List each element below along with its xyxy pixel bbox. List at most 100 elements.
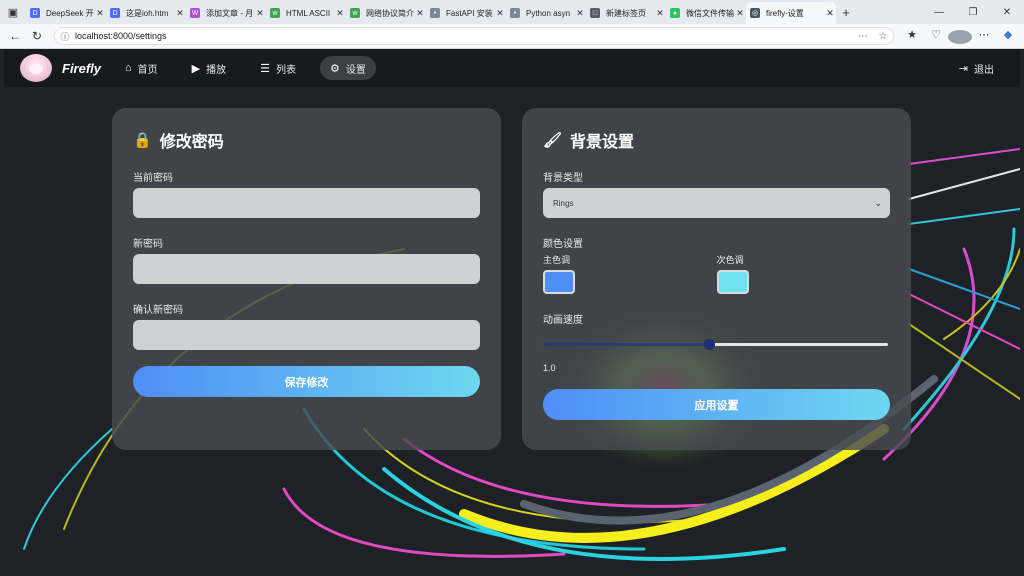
tab-favicon-icon: D — [30, 8, 40, 18]
profile-avatar[interactable] — [948, 28, 972, 45]
tab-favicon-icon: ● — [670, 8, 680, 18]
color-settings-label: 颜色设置 — [543, 239, 583, 250]
browser-tab[interactable]: D 这是ioh.htm ✕ — [106, 2, 186, 24]
play-icon: ▶ — [191, 62, 201, 75]
slider-fill — [543, 343, 709, 346]
tab-close-icon[interactable]: ✕ — [94, 8, 106, 19]
animation-speed-label: 动画速度 — [543, 315, 583, 326]
favorites-icon[interactable]: ★ — [900, 28, 924, 45]
browser-tab[interactable]: w HTML ASCII ✕ — [266, 2, 346, 24]
home-icon: ⌂ — [125, 62, 132, 74]
logout-icon: ⇥ — [958, 62, 968, 75]
slider-thumb[interactable] — [703, 339, 715, 350]
tab-actions-icon[interactable]: ▣ — [0, 0, 26, 24]
tab-favicon-icon: • — [510, 8, 520, 18]
tab-label: 新建标签页 — [606, 8, 646, 18]
url-text: localhost:8000/settings — [75, 31, 167, 41]
brush-icon: 🖌 — [543, 132, 563, 149]
logout-button[interactable]: ⇥ 退出 — [959, 49, 994, 87]
nav-item-label: 播放 — [206, 64, 227, 76]
tab-label: FastAPI 安装 — [446, 8, 493, 18]
tab-favicon-icon: w — [270, 8, 280, 18]
new-tab-button[interactable]: + — [836, 5, 856, 20]
animation-speed-slider[interactable] — [543, 338, 888, 350]
list-icon: ☰ — [260, 62, 271, 75]
tab-favicon-icon: D — [110, 8, 120, 18]
brand-logo — [20, 54, 52, 82]
browser-tab[interactable]: W 添加文章 - 月 ✕ — [186, 2, 266, 24]
browser-tab[interactable]: D DeepSeek 开 ✕ — [26, 2, 106, 24]
current-password-field[interactable] — [133, 188, 480, 218]
tab-close-icon[interactable]: ✕ — [174, 8, 186, 19]
tab-close-icon[interactable]: ✕ — [734, 8, 746, 19]
nav-item-home[interactable]: ⌂ 首页 — [115, 56, 168, 80]
password-card: 🔒 修改密码 当前密码 新密码 确认新密码 保存修改 — [112, 108, 501, 450]
tab-strip: D DeepSeek 开 ✕ D 这是ioh.htm ✕ W 添加文章 - 月 ✕ w HTML A… — [26, 0, 836, 24]
favorite-star-icon[interactable]: ☆ — [873, 31, 893, 42]
more-icon[interactable]: ⋯ — [853, 31, 873, 42]
brand[interactable]: Firefly — [20, 54, 101, 82]
minimize-icon[interactable]: — — [922, 0, 956, 24]
address-bar: ← ↻ ⓘ localhost:8000/settings ⋯ ☆ ★ ♡ ⋯ … — [0, 24, 1024, 49]
confirm-password-field[interactable] — [133, 320, 480, 350]
tab-close-icon[interactable]: ✕ — [654, 8, 666, 19]
tab-favicon-icon: ◎ — [750, 8, 760, 18]
lock-icon: 🔒 — [133, 132, 152, 149]
nav-item-label: 设置 — [345, 64, 366, 76]
nav-item-play[interactable]: ▶ 播放 — [182, 56, 236, 80]
tab-close-icon[interactable]: ✕ — [494, 8, 506, 19]
apply-settings-button[interactable]: 应用设置 — [543, 389, 890, 420]
background-type-label: 背景类型 — [543, 173, 583, 184]
tab-favicon-icon: w — [350, 8, 360, 18]
back-icon[interactable]: ← — [4, 29, 26, 43]
browser-tab-bar: ▣ D DeepSeek 开 ✕ D 这是ioh.htm ✕ W 添加文章 - 月 ✕ w HTML… — [0, 0, 1024, 24]
secondary-color-picker[interactable] — [716, 270, 749, 294]
save-password-button[interactable]: 保存修改 — [133, 366, 480, 397]
password-card-title: 🔒 修改密码 — [133, 128, 480, 152]
browser-tab[interactable]: □ 新建标签页 ✕ — [586, 2, 666, 24]
logout-label: 退出 — [974, 64, 994, 76]
nav-item-list[interactable]: ☰ 列表 — [250, 56, 306, 80]
browser-tab[interactable]: ● 微信文件传输 ✕ — [666, 2, 746, 24]
tab-label: 添加文章 - 月 — [206, 8, 254, 18]
primary-color-label: 主色调 — [543, 255, 571, 265]
color-pickers: 主色调 次色调 — [543, 253, 890, 294]
close-window-icon[interactable]: ✕ — [990, 0, 1024, 24]
reload-icon[interactable]: ↻ — [26, 29, 48, 43]
tab-close-icon[interactable]: ✕ — [824, 8, 836, 19]
tab-label: firefly-设置 — [766, 8, 804, 18]
tab-close-icon[interactable]: ✕ — [334, 8, 346, 19]
health-icon[interactable]: ♡ — [924, 28, 948, 45]
browser-toolbar: ★ ♡ ⋯ ◆ — [900, 28, 1020, 45]
current-password-label: 当前密码 — [133, 173, 173, 184]
confirm-password-label: 确认新密码 — [133, 305, 183, 316]
tab-favicon-icon: W — [190, 8, 200, 18]
background-type-select[interactable]: Rings ⌄ — [543, 188, 890, 218]
site-info-icon[interactable]: ⓘ — [55, 30, 75, 43]
nav-item-label: 首页 — [137, 64, 158, 76]
new-password-field[interactable] — [133, 254, 480, 284]
primary-color-picker[interactable] — [543, 270, 575, 294]
chevron-down-icon: ⌄ — [874, 197, 882, 208]
gear-icon: ⚙ — [330, 62, 340, 75]
copilot-icon[interactable]: ◆ — [996, 28, 1020, 45]
tab-label: 微信文件传输 — [686, 8, 734, 18]
maximize-icon[interactable]: ❐ — [956, 0, 990, 24]
browser-tab[interactable]: ◎ firefly-设置 ✕ — [746, 2, 836, 24]
browser-tab[interactable]: • Python asyn ✕ — [506, 2, 586, 24]
tab-close-icon[interactable]: ✕ — [414, 8, 426, 19]
tab-close-icon[interactable]: ✕ — [574, 8, 586, 19]
url-field[interactable]: ⓘ localhost:8000/settings ⋯ ☆ — [54, 27, 894, 45]
nav-item-label: 列表 — [276, 64, 297, 76]
browser-tab[interactable]: w 网络协议简介 ✕ — [346, 2, 426, 24]
tab-label: Python asyn — [526, 8, 571, 18]
tab-close-icon[interactable]: ✕ — [254, 8, 266, 19]
tab-label: HTML ASCII — [286, 8, 331, 18]
animation-speed-value: 1.0 — [543, 363, 556, 373]
settings-menu-icon[interactable]: ⋯ — [972, 28, 996, 45]
browser-tab[interactable]: • FastAPI 安装 ✕ — [426, 2, 506, 24]
nav-item-settings[interactable]: ⚙ 设置 — [320, 56, 376, 80]
page: Firefly ⌂ 首页 ▶ 播放 ☰ 列表 ⚙ 设置 ⇥ 退出 🔒 修改密码 … — [4, 49, 1020, 576]
tab-label: 网络协议简介 — [366, 8, 414, 18]
tab-favicon-icon: • — [430, 8, 440, 18]
